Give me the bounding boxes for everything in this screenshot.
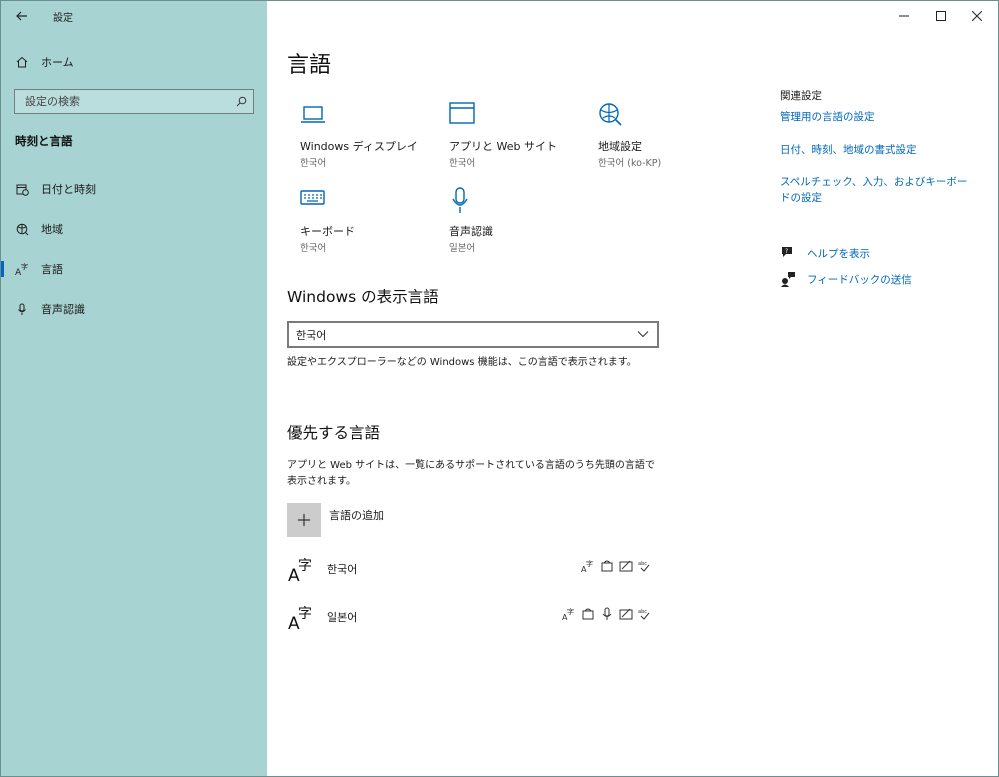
sidebar-section-title: 時刻と言語 xyxy=(15,134,73,148)
tile-sub: 일본어 xyxy=(449,243,476,254)
language-row-japanese[interactable]: A字 일본어 A字 abc xyxy=(287,601,657,641)
svg-text:abc: abc xyxy=(638,609,647,615)
chevron-down-icon xyxy=(637,331,649,338)
tile-sub: 한국어 (ko-KP) xyxy=(598,158,662,169)
minimize-icon xyxy=(899,15,909,17)
language-name: 일본어 xyxy=(327,611,358,624)
svg-text:abc: abc xyxy=(638,561,647,567)
display-language-select[interactable]: 한국어 xyxy=(287,321,659,348)
display-language-heading: Windows の表示言語 xyxy=(287,288,439,306)
globe-settings-icon xyxy=(599,103,622,126)
related-settings-title: 関連設定 xyxy=(780,90,822,102)
link-administrative-language[interactable]: 管理用の言語の設定 xyxy=(780,109,980,125)
laptop-icon xyxy=(301,106,325,123)
display-language-icon: A字 xyxy=(581,559,593,573)
sidebar: 設定 ホーム 時刻と言語 日付と時刻 地域 A字 xyxy=(1,1,267,776)
sidebar-item-label: 日付と時刻 xyxy=(41,183,96,196)
handwriting-icon xyxy=(619,560,633,572)
tile-label: アプリと Web サイト xyxy=(449,140,557,153)
tile-sub: 한국어 xyxy=(300,158,327,169)
language-icon: A字 xyxy=(15,262,29,276)
microphone-icon xyxy=(452,187,468,213)
language-icon: A字 xyxy=(288,606,312,631)
language-icon: A字 xyxy=(288,558,312,583)
app-title: 設定 xyxy=(53,13,73,24)
svg-text:字: 字 xyxy=(21,262,28,271)
text-to-speech-icon xyxy=(601,560,613,572)
speech-recognition-icon xyxy=(602,607,612,620)
display-language-icon: A字 xyxy=(562,607,574,621)
settings-window: 設定 ホーム 時刻と言語 日付と時刻 地域 A字 xyxy=(0,0,999,777)
sidebar-item-label: 地域 xyxy=(41,223,63,236)
svg-text:?: ? xyxy=(785,248,788,255)
tile-label: 地域設定 xyxy=(598,140,642,153)
get-help-link[interactable]: ? ヘルプを表示 xyxy=(780,245,870,261)
tile-windows-display[interactable]: Windows ディスプレイ 한국어 xyxy=(300,102,440,172)
preferred-languages-heading: 優先する言語 xyxy=(287,424,381,442)
sidebar-item-language[interactable]: A字 言語 xyxy=(1,254,267,284)
home-icon xyxy=(15,55,29,69)
get-help-label: ヘルプを表示 xyxy=(807,247,870,260)
spellcheck-icon: abc xyxy=(638,561,650,572)
tile-speech[interactable]: 音声認識 일본어 xyxy=(449,187,589,257)
sidebar-item-label: ホーム xyxy=(41,56,74,69)
globe-region-icon xyxy=(15,222,29,236)
display-language-description: 設定やエクスプローラーなどの Windows 機能は、この言語で表示されます。 xyxy=(287,357,637,368)
svg-text:字: 字 xyxy=(298,558,312,574)
sidebar-item-home[interactable]: ホーム xyxy=(1,47,267,77)
search-icon xyxy=(236,96,247,107)
handwriting-icon xyxy=(619,608,633,620)
tile-label: 音声認識 xyxy=(449,225,493,238)
preferred-languages-description: アプリと Web サイトは、一覧にあるサポートされている言語のうち先頭の言語で表… xyxy=(287,460,655,487)
link-spelling-typing-keyboard[interactable]: スペルチェック、入力、およびキーボードの設定 xyxy=(780,174,970,206)
maximize-icon xyxy=(936,11,946,21)
sidebar-item-speech[interactable]: 音声認識 xyxy=(1,294,267,324)
back-button[interactable] xyxy=(11,5,33,27)
sidebar-item-date-time[interactable]: 日付と時刻 xyxy=(1,174,267,204)
svg-text:字: 字 xyxy=(567,607,574,616)
close-button[interactable] xyxy=(954,1,998,31)
add-language-label[interactable]: 言語の追加 xyxy=(329,507,384,523)
search-box[interactable] xyxy=(14,89,254,114)
close-icon xyxy=(972,11,982,21)
sidebar-item-label: 音声認識 xyxy=(41,303,85,316)
search-input[interactable] xyxy=(25,95,236,108)
language-row-korean[interactable]: A字 한국어 A字 abc xyxy=(287,553,657,593)
tile-sub: 한국어 xyxy=(300,243,327,254)
give-feedback-label: フィードバックの送信 xyxy=(807,273,912,286)
tile-apps-websites[interactable]: アプリと Web サイト 한국어 xyxy=(449,102,589,172)
spellcheck-icon: abc xyxy=(638,609,650,620)
add-language-button[interactable] xyxy=(287,503,321,537)
keyboard-icon xyxy=(300,190,325,205)
tile-keyboard[interactable]: キーボード 한국어 xyxy=(300,187,440,257)
calendar-clock-icon xyxy=(15,182,29,196)
sidebar-item-label: 言語 xyxy=(41,263,63,276)
microphone-icon xyxy=(15,302,29,316)
page-title: 言語 xyxy=(287,53,332,78)
sidebar-item-region[interactable]: 地域 xyxy=(1,214,267,244)
feedback-icon xyxy=(781,272,795,287)
tile-label: Windows ディスプレイ xyxy=(300,140,418,153)
help-icon: ? xyxy=(782,247,792,257)
tile-label: キーボード xyxy=(300,225,355,238)
tile-sub: 한국어 xyxy=(449,158,476,169)
give-feedback-link[interactable]: フィードバックの送信 xyxy=(780,271,912,287)
text-to-speech-icon xyxy=(582,608,594,620)
plus-icon xyxy=(298,514,310,526)
svg-text:字: 字 xyxy=(586,559,593,568)
tile-regional-format[interactable]: 地域設定 한국어 (ko-KP) xyxy=(598,102,738,172)
browser-window-icon xyxy=(449,102,475,124)
link-date-time-region-format[interactable]: 日付、時刻、地域の書式設定 xyxy=(780,142,980,158)
svg-text:字: 字 xyxy=(298,606,312,622)
arrow-left-icon xyxy=(16,11,27,21)
select-value: 한국어 xyxy=(296,328,327,342)
language-name: 한국어 xyxy=(327,563,358,576)
